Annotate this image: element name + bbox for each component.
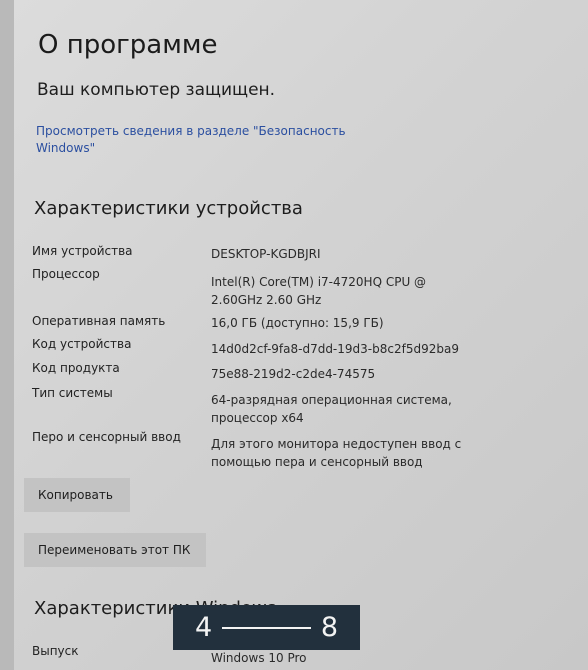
spec-value-device-id: 14d0d2cf-9fa8-d7dd-19d3-b8c2f5d92ba9	[211, 342, 459, 356]
spec-value-processor: Intel(R) Core(TM) i7-4720HQ CPU @ 2.60GH…	[211, 275, 427, 307]
page-title: О программе	[38, 30, 218, 60]
spec-label-pen-touch: Перо и сенсорный ввод	[32, 430, 181, 444]
rename-pc-button[interactable]: Переименовать этот ПК	[24, 533, 206, 567]
spec-value-edition: Windows 10 Pro	[211, 651, 307, 665]
counter-total: 8	[320, 612, 338, 643]
spec-value-device-name: DESKTOP-KGDBJRI	[211, 247, 321, 261]
spec-label-edition: Выпуск	[32, 644, 79, 658]
spec-value-pen-touch: Для этого монитора недоступен ввод с пом…	[211, 437, 462, 469]
spec-label-system-type: Тип системы	[32, 386, 113, 400]
copy-button[interactable]: Копировать	[24, 478, 130, 512]
spec-label-device-id: Код устройства	[32, 337, 132, 351]
spec-label-product-id: Код продукта	[32, 361, 120, 375]
image-counter: 4 8	[173, 605, 360, 650]
spec-label-device-name: Имя устройства	[32, 244, 133, 258]
counter-current: 4	[195, 612, 213, 643]
security-details-link[interactable]: Просмотреть сведения в разделе "Безопасн…	[36, 123, 366, 157]
counter-separator	[222, 626, 311, 629]
spec-value-product-id: 75e88-219d2-c2de4-74575	[211, 367, 376, 381]
window-edge	[0, 0, 14, 670]
about-page: О программе Ваш компьютер защищен. Просм…	[20, 0, 586, 670]
spec-label-ram: Оперативная память	[32, 314, 166, 328]
spec-value-ram: 16,0 ГБ (доступно: 15,9 ГБ)	[211, 316, 384, 330]
device-specs-title: Характеристики устройства	[34, 198, 303, 219]
spec-value-system-type: 64-разрядная операционная система, проце…	[211, 393, 452, 425]
spec-label-processor: Процессор	[32, 267, 100, 281]
security-status: Ваш компьютер защищен.	[37, 80, 276, 100]
